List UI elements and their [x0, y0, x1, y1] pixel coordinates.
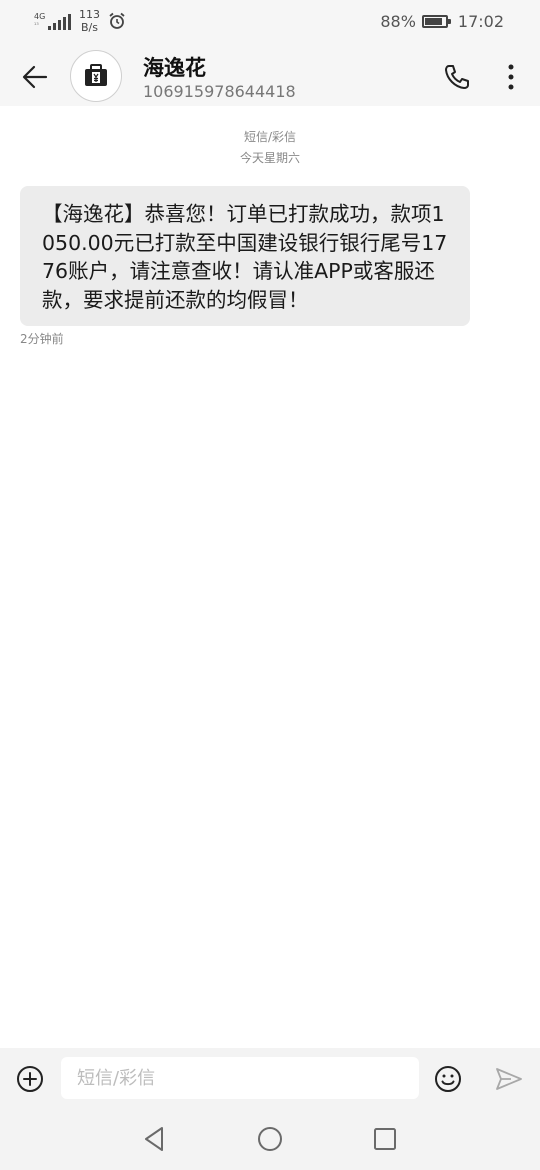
- contact-name: 海逸花: [143, 56, 206, 80]
- message-timestamp: 2分钟前: [20, 332, 64, 346]
- battery-percent: 88%: [380, 12, 416, 31]
- sms-conversation-screen: 4G ¹³ 113 B/s 88% 17:02 海逸花 106915978644…: [0, 0, 540, 1170]
- nav-back-icon[interactable]: [140, 1124, 170, 1154]
- message-type-label: 短信/彩信: [243, 130, 297, 144]
- clock-time: 17:02: [457, 12, 504, 31]
- alarm-clock-icon: [109, 12, 125, 29]
- contact-number: 106915978644418: [143, 82, 296, 101]
- message-list[interactable]: 短信/彩信 今天星期六 【海逸花】恭喜您！订单已打款成功，款项1050.00元已…: [0, 106, 540, 1048]
- status-bar: 4G ¹³ 113 B/s 88% 17:02: [0, 0, 540, 46]
- emoji-icon[interactable]: [434, 1065, 462, 1093]
- arrow-left-icon[interactable]: [20, 62, 50, 92]
- send-icon[interactable]: [494, 1065, 524, 1093]
- network-type: 4G ¹³: [34, 12, 46, 29]
- nav-recent-apps-icon[interactable]: [370, 1124, 400, 1154]
- battery-fill: [424, 18, 443, 25]
- battery-icon: [421, 15, 451, 28]
- contact-card-icon: [85, 64, 107, 86]
- more-vertical-icon[interactable]: [500, 62, 522, 92]
- compose-bar: [0, 1048, 540, 1108]
- message-input[interactable]: [61, 1057, 419, 1099]
- phone-icon[interactable]: [442, 62, 472, 92]
- contact-avatar[interactable]: [70, 50, 122, 102]
- signal-strength-icon: [48, 12, 71, 30]
- nav-home-icon[interactable]: [255, 1124, 285, 1154]
- conversation-header: 海逸花 106915978644418: [0, 46, 540, 106]
- system-navigation-bar: [0, 1108, 540, 1170]
- message-bubble[interactable]: 【海逸花】恭喜您！订单已打款成功，款项1050.00元已打款至中国建设银行银行尾…: [20, 186, 470, 326]
- date-separator: 今天星期六: [239, 151, 300, 165]
- network-speed: 113 B/s: [79, 8, 100, 34]
- add-attachment-icon[interactable]: [16, 1065, 44, 1093]
